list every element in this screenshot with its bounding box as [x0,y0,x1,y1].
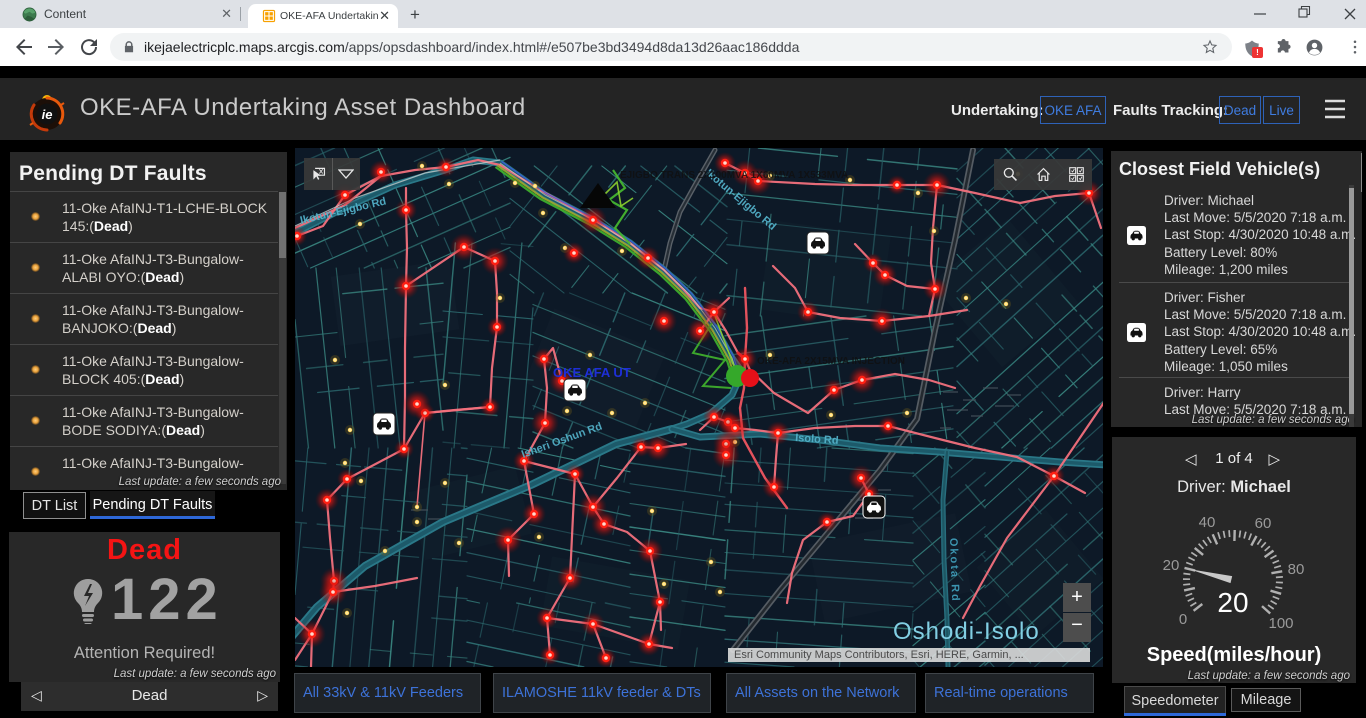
svg-text:40: 40 [1199,514,1216,531]
svg-text:Oshodi-Isolo: Oshodi-Isolo [893,618,1040,645]
svg-text:Okota Rd: Okota Rd [947,538,961,603]
svg-text:20: 20 [1217,587,1248,618]
svg-text:60: 60 [1255,515,1272,532]
svg-text:ie: ie [42,107,53,122]
svg-text:EJIGBO TRANS 2X100MVA 1X60MV: EJIGBO TRANS 2X100MVA 1X60MVA 1X533MVA [620,170,848,181]
svg-text:OKE-AFA 2X15MVA INJECTION: OKE-AFA 2X15MVA INJECTION [757,356,905,367]
svg-text:20: 20 [1163,557,1180,574]
svg-text:OKE AFA UT: OKE AFA UT [553,365,631,380]
svg-text:80: 80 [1288,561,1305,578]
svg-text:100: 100 [1268,615,1293,632]
svg-text:0: 0 [1179,611,1187,628]
